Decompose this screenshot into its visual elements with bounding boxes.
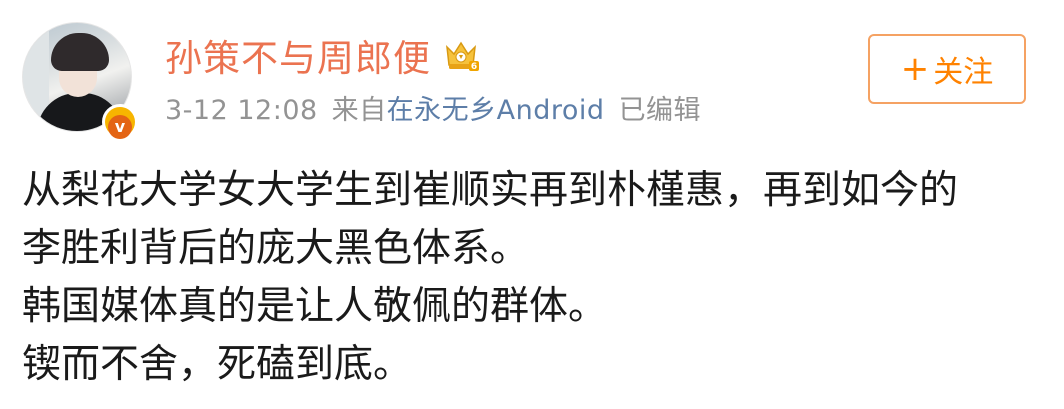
avatar[interactable]: v xyxy=(22,22,138,140)
follow-button-label: 关注 xyxy=(933,55,994,90)
verified-badge-letter: v xyxy=(108,115,132,139)
username-link[interactable]: 孙策不与周郎便 xyxy=(165,28,431,82)
post-content-line: 韩国媒体真的是让人敬佩的群体。 xyxy=(22,284,608,329)
plus-icon: + xyxy=(900,49,930,89)
svg-text:6: 6 xyxy=(471,62,477,72)
avatar-hair-shape xyxy=(51,33,109,71)
edited-label[interactable]: 已编辑 xyxy=(619,95,702,126)
source-prefix: 来自 xyxy=(331,95,387,126)
post-content-line: 李胜利背后的庞大黑色体系。 xyxy=(22,226,530,271)
vip-crown-icon[interactable]: 6 xyxy=(441,35,481,75)
post-timestamp: 3-12 12:08 xyxy=(165,95,318,126)
verified-badge-icon: v xyxy=(102,104,138,140)
post-meta: 3-12 12:08 来自在永无乡Android 已编辑 xyxy=(165,88,701,127)
username-row: 孙策不与周郎便 6 xyxy=(165,30,481,80)
post-content: 从梨花大学女大学生到崔顺实再到朴槿惠，再到如今的 李胜利背后的庞大黑色体系。 韩… xyxy=(22,162,1042,394)
weibo-post-card: v 孙策不与周郎便 6 3-12 12:08 来自在永无乡Android 已编辑 +… xyxy=(0,0,1064,409)
source-link[interactable]: 在永无乡Android xyxy=(387,95,605,126)
follow-button[interactable]: + 关注 xyxy=(868,34,1026,104)
post-content-line: 从梨花大学女大学生到崔顺实再到朴槿惠，再到如今的 xyxy=(22,168,959,213)
post-content-line: 锲而不舍，死磕到底。 xyxy=(22,342,413,387)
